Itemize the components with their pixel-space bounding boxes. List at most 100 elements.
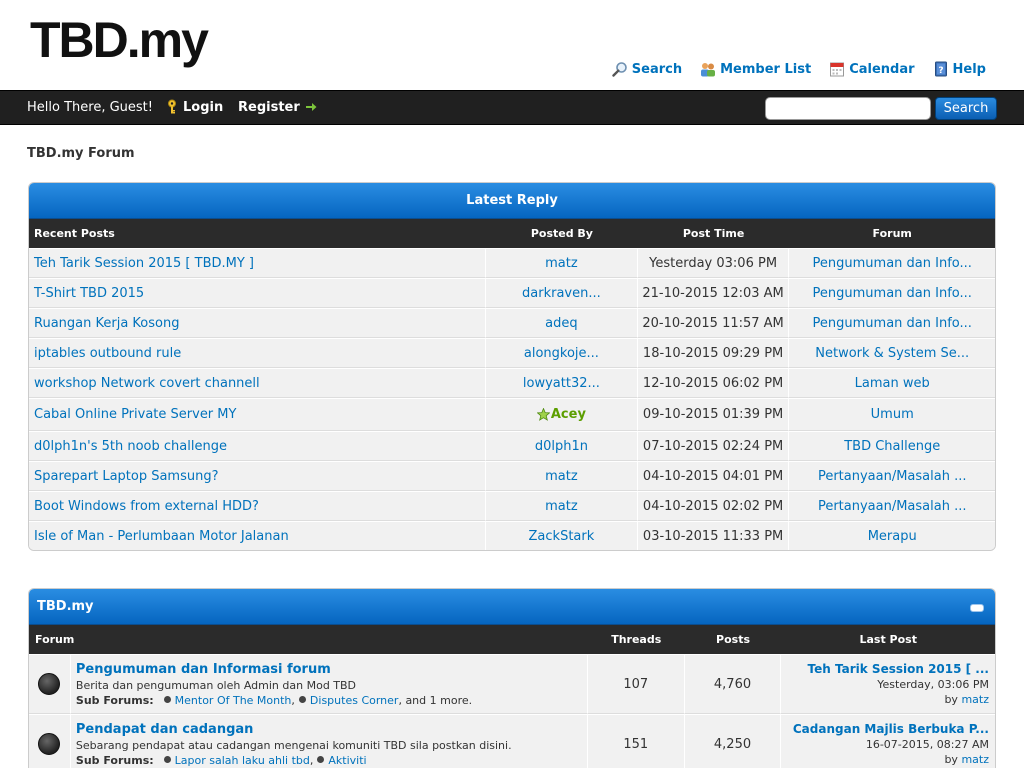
forum-status-icon <box>38 733 61 755</box>
forum-link[interactable]: Pertanyaan/Masalah ... <box>818 499 967 514</box>
author-link[interactable]: darkraven... <box>522 286 601 301</box>
forum-name-link[interactable]: Pengumuman dan Informasi forum <box>76 661 331 678</box>
subforum-bullet-icon <box>163 755 171 763</box>
table-row: iptables outbound rule alongkoje... 18-1… <box>29 338 995 368</box>
sub-forums-label: Sub Forums: <box>75 693 154 707</box>
post-link[interactable]: Ruangan Kerja Kosong <box>34 316 179 331</box>
post-link[interactable]: Cabal Online Private Server MY <box>34 407 236 422</box>
key-icon <box>166 99 178 115</box>
forum-link[interactable]: Network & System Se... <box>815 346 969 361</box>
table-row: workshop Network covert channell lowyatt… <box>29 368 995 398</box>
author-link[interactable]: matz <box>545 469 578 484</box>
post-link[interactable]: d0lph1n's 5th noob challenge <box>34 439 227 454</box>
last-post-date: Yesterday, 03:06 PM <box>877 678 989 691</box>
subforum-bullet-icon <box>298 695 306 703</box>
by-label: by <box>944 753 958 766</box>
post-time: 20-10-2015 11:57 AM <box>642 315 784 331</box>
last-post-author: by matz <box>944 752 989 767</box>
post-time: 04-10-2015 04:01 PM <box>642 468 784 484</box>
sub-forums: Sub Forums: Lapor salah laku ahli tbd, Akt… <box>75 753 367 767</box>
author-link[interactable]: alongkoje... <box>524 346 599 361</box>
column-post-time: Post Time <box>682 227 745 240</box>
forum-link[interactable]: TBD Challenge <box>844 439 940 454</box>
author-link[interactable]: d0lph1n <box>535 439 588 454</box>
table-row: Isle of Man - Perlumbaan Motor Jalanan Z… <box>29 521 995 550</box>
post-link[interactable]: T-Shirt TBD 2015 <box>34 286 144 301</box>
forum-link[interactable]: Pengumuman dan Info... <box>813 256 972 271</box>
subforum-link[interactable]: Disputes Corner <box>310 694 399 707</box>
post-link[interactable]: Teh Tarik Session 2015 [ TBD.MY ] <box>34 256 254 271</box>
column-last-post: Last Post <box>859 633 917 646</box>
last-post-link[interactable]: Teh Tarik Session 2015 [ ... <box>808 661 989 677</box>
forum-link[interactable]: Pengumuman dan Info... <box>813 316 972 331</box>
sub-forums-label: Sub Forums: <box>75 753 154 767</box>
calendar-icon <box>829 61 845 77</box>
author-link[interactable]: adeq <box>545 316 577 331</box>
column-threads: Threads <box>611 633 662 646</box>
last-post-author-link[interactable]: matz <box>961 693 989 706</box>
breadcrumb[interactable]: TBD.my Forum <box>27 146 135 161</box>
post-count: 4,760 <box>713 676 752 692</box>
register-label: Register <box>238 99 300 115</box>
category-title[interactable]: TBD.my <box>37 599 94 614</box>
post-link[interactable]: workshop Network covert channell <box>34 376 260 391</box>
last-post-date: 16-07-2015, 08:27 AM <box>865 738 989 751</box>
post-link[interactable]: iptables outbound rule <box>34 346 181 361</box>
header: TBD.my Search Member List Calendar ? Hel… <box>0 0 1024 90</box>
login-link[interactable]: Login <box>166 99 223 115</box>
author-link[interactable]: matz <box>545 499 578 514</box>
forum-link[interactable]: Umum <box>871 407 914 422</box>
table-row: T-Shirt TBD 2015 darkraven... 21-10-2015… <box>29 278 995 308</box>
post-link[interactable]: Boot Windows from external HDD? <box>34 499 259 514</box>
forum-row: Pendapat dan cadangan Sebarang pendapat … <box>29 714 995 768</box>
calendar-link[interactable]: Calendar <box>829 61 915 77</box>
subforum-link[interactable]: Aktiviti <box>328 754 366 767</box>
subforum-link[interactable]: Lapor salah laku ahli tbd <box>175 754 310 767</box>
search-link-label: Search <box>631 61 683 77</box>
thread-count: 151 <box>623 736 649 752</box>
forum-table-header: Forum Threads Posts Last Post <box>29 625 995 654</box>
register-link[interactable]: Register <box>238 99 317 115</box>
author-link[interactable]: lowyatt32... <box>523 376 600 391</box>
by-label: by <box>944 693 958 706</box>
search-link[interactable]: Search <box>612 61 682 77</box>
collapse-icon[interactable] <box>970 604 984 612</box>
latest-reply-title: Latest Reply <box>29 183 995 219</box>
forum-link[interactable]: Pertanyaan/Masalah ... <box>818 469 967 484</box>
forum-link[interactable]: Merapu <box>868 529 917 544</box>
sub-forums: Sub Forums: Mentor Of The Month, Disputes … <box>75 693 473 707</box>
author-link[interactable]: Acey <box>536 406 586 422</box>
last-post-author-link[interactable]: matz <box>961 753 989 766</box>
forum-link[interactable]: Laman web <box>855 376 930 391</box>
subforum-link[interactable]: Mentor Of The Month <box>175 694 292 707</box>
forum-name-link[interactable]: Pendapat dan cadangan <box>76 721 254 738</box>
post-link[interactable]: Sparepart Laptop Samsung? <box>34 469 219 484</box>
site-logo[interactable]: TBD.my <box>30 12 209 68</box>
forum-category-table: TBD.my Forum Threads Posts Last Post Pen… <box>28 588 996 768</box>
last-post-link[interactable]: Cadangan Majlis Berbuka P... <box>793 721 989 737</box>
author-link[interactable]: ZackStark <box>529 529 595 544</box>
latest-reply-header: Recent Posts Posted By Post Time Forum <box>29 219 995 248</box>
search-input[interactable] <box>765 97 931 120</box>
svg-text:?: ? <box>938 66 943 76</box>
author-name: Acey <box>550 407 586 422</box>
search-icon <box>612 61 628 77</box>
table-row: d0lph1n's 5th noob challenge d0lph1n 07-… <box>29 431 995 461</box>
calendar-link-label: Calendar <box>849 61 915 77</box>
help-link-label: Help <box>952 61 986 77</box>
post-link[interactable]: Isle of Man - Perlumbaan Motor Jalanan <box>34 529 289 544</box>
author-link[interactable]: matz <box>545 256 578 271</box>
member-list-link[interactable]: Member List <box>700 61 811 77</box>
table-row: Sparepart Laptop Samsung? matz 04-10-201… <box>29 461 995 491</box>
column-posts: Posts <box>716 633 751 646</box>
welcome-text: Hello There, Guest! <box>27 100 153 115</box>
table-row: Boot Windows from external HDD? matz 04-… <box>29 491 995 521</box>
more-subforums: , and 1 more. <box>398 693 473 707</box>
search-button[interactable]: Search <box>935 97 997 120</box>
forum-status-icon <box>38 673 61 695</box>
latest-reply-table: Latest Reply Recent Posts Posted By Post… <box>28 182 996 551</box>
help-link[interactable]: ? Help <box>933 61 986 77</box>
post-time: 12-10-2015 06:02 PM <box>642 375 784 391</box>
post-time: 18-10-2015 09:29 PM <box>642 345 784 361</box>
forum-link[interactable]: Pengumuman dan Info... <box>813 286 972 301</box>
